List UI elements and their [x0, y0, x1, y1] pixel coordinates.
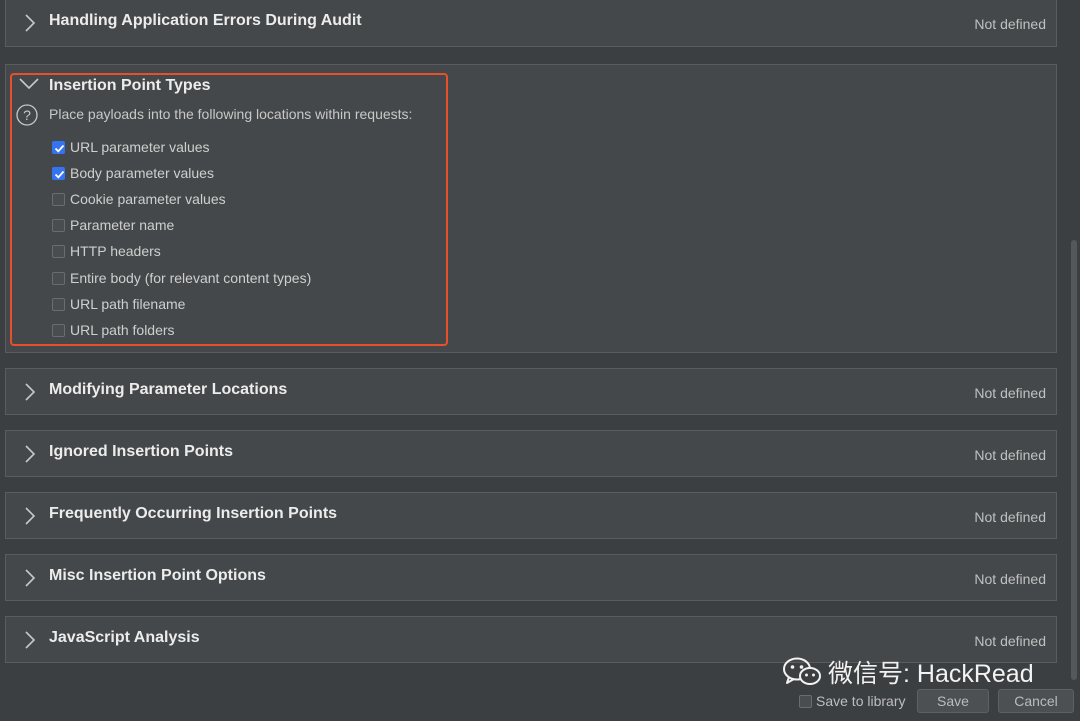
insertion-option-label: URL path folders: [70, 322, 175, 338]
panel-title: Handling Application Errors During Audit: [49, 12, 362, 29]
insertion-option-label: Cookie parameter values: [70, 191, 226, 207]
insertion-option-label: URL path filename: [70, 296, 186, 312]
insertion-option[interactable]: Parameter name: [52, 215, 174, 235]
chevron-down-icon[interactable]: [18, 73, 40, 95]
chevron-right-icon[interactable]: [20, 443, 40, 465]
insertion-option[interactable]: URL path filename: [52, 294, 185, 314]
checkbox-checked[interactable]: [52, 140, 65, 154]
chevron-right-icon[interactable]: [20, 567, 40, 589]
panel-title: Modifying Parameter Locations: [49, 381, 288, 398]
checkbox[interactable]: [52, 271, 65, 285]
panel-status: Not defined: [974, 633, 1046, 649]
scrollbar-thumb[interactable]: [1071, 240, 1077, 680]
insertion-option[interactable]: Entire body (for relevant content types): [52, 268, 311, 288]
panel-title: Ignored Insertion Points: [49, 443, 234, 460]
panel-header[interactable]: Modifying Parameter Locations Not defined: [6, 369, 1056, 415]
insertion-option-label: Parameter name: [70, 217, 175, 233]
checkbox[interactable]: [52, 218, 65, 232]
insertion-option[interactable]: Body parameter values: [52, 163, 214, 183]
panel-collapsed: Ignored Insertion Points Not defined: [5, 430, 1057, 477]
panel-collapsed: Modifying Parameter Locations Not defined: [5, 368, 1057, 415]
save-button[interactable]: Save: [917, 689, 989, 713]
watermark: 微信号: HackRead: [782, 654, 1034, 690]
chevron-right-icon[interactable]: [20, 12, 40, 34]
checkbox[interactable]: [52, 297, 65, 311]
panel-header[interactable]: Ignored Insertion Points Not defined: [6, 431, 1056, 477]
chevron-right-icon[interactable]: [20, 505, 40, 527]
insertion-description: Place payloads into the following locati…: [49, 106, 413, 122]
panel-header[interactable]: Handling Application Errors During Audit…: [6, 0, 1056, 46]
save-to-library-label: Save to library: [816, 693, 906, 709]
insertion-option[interactable]: URL path folders: [52, 320, 175, 340]
panel-insertion-point-types: Insertion Point Types ? Place payloads i…: [5, 64, 1057, 353]
panel-collapsed: Misc Insertion Point Options Not defined: [5, 554, 1057, 601]
insertion-option[interactable]: HTTP headers: [52, 241, 161, 261]
checkbox[interactable]: [799, 694, 812, 708]
panel-status: Not defined: [974, 385, 1046, 401]
panel-title: JavaScript Analysis: [49, 629, 200, 646]
panel-status: Not defined: [974, 571, 1046, 587]
panel-handling-application-errors: Handling Application Errors During Audit…: [5, 0, 1057, 47]
help-icon[interactable]: ?: [16, 104, 38, 126]
panel-status: Not defined: [974, 16, 1046, 32]
svg-text:?: ?: [23, 107, 31, 123]
settings-panel-list: Handling Application Errors During Audit…: [0, 0, 1068, 680]
insertion-option-label: URL parameter values: [70, 139, 210, 155]
watermark-text: 微信号: HackRead: [828, 660, 1034, 688]
panel-collapsed: Frequently Occurring Insertion Points Not…: [5, 492, 1057, 539]
insertion-option-label: HTTP headers: [70, 243, 161, 259]
checkbox-checked[interactable]: [52, 166, 65, 180]
panel-status: Not defined: [974, 447, 1046, 463]
chevron-right-icon[interactable]: [20, 381, 40, 403]
checkbox[interactable]: [52, 323, 65, 337]
insertion-option[interactable]: Cookie parameter values: [52, 189, 226, 209]
panel-title: Misc Insertion Point Options: [49, 567, 266, 584]
cancel-button[interactable]: Cancel: [998, 689, 1074, 713]
vertical-scrollbar[interactable]: [1068, 0, 1080, 680]
insertion-option[interactable]: URL parameter values: [52, 137, 210, 157]
checkbox[interactable]: [52, 244, 65, 258]
panel-title: Frequently Occurring Insertion Points: [49, 505, 338, 522]
panel-header[interactable]: Misc Insertion Point Options Not defined: [6, 555, 1056, 601]
panel-title: Insertion Point Types: [49, 77, 211, 94]
panel-status: Not defined: [974, 509, 1046, 525]
save-to-library-checkbox[interactable]: Save to library: [799, 693, 905, 709]
chevron-right-icon[interactable]: [20, 629, 40, 651]
panel-header[interactable]: Frequently Occurring Insertion Points Not…: [6, 493, 1056, 539]
wechat-icon: [783, 657, 821, 685]
checkbox[interactable]: [52, 192, 65, 206]
insertion-option-label: Entire body (for relevant content types): [70, 270, 312, 286]
panel-header[interactable]: Insertion Point Types: [6, 65, 1056, 111]
insertion-option-label: Body parameter values: [70, 165, 214, 181]
